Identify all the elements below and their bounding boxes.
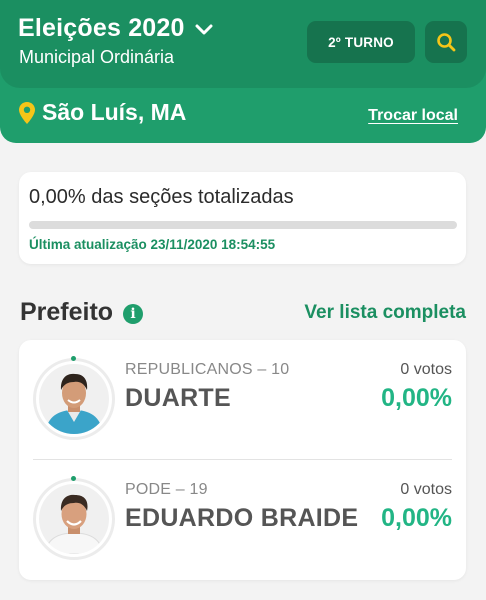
avatar-status-dot <box>71 356 76 361</box>
header: Eleições 2020 Municipal Ordinária 2º TUR… <box>0 0 486 143</box>
avatar <box>33 478 115 560</box>
avatar-status-dot <box>71 476 76 481</box>
info-icon[interactable]: i <box>123 304 144 324</box>
totalization-card: 0,00% das seções totalizadas Última atua… <box>19 172 466 264</box>
candidate-votes: 0 votos <box>400 481 452 498</box>
page-title: Eleições 2020 <box>18 14 185 42</box>
candidate-photo <box>39 484 109 554</box>
totalization-title: 0,00% das seções totalizadas <box>29 186 294 208</box>
election-subtitle: Municipal Ordinária <box>19 47 175 67</box>
search-button[interactable] <box>425 21 467 63</box>
candidate-name: EDUARDO BRAIDE <box>125 504 359 532</box>
candidate-party: PODE – 19 <box>125 481 208 498</box>
candidate-party: REPUBLICANOS – 10 <box>125 361 290 378</box>
change-location-link[interactable]: Trocar local <box>368 107 458 125</box>
candidate-row[interactable]: REPUBLICANOS – 10 DUARTE 0 votos 0,00% <box>19 340 466 460</box>
location: São Luís, MA <box>18 99 186 126</box>
candidate-photo <box>39 364 109 434</box>
location-name: São Luís, MA <box>42 99 187 125</box>
candidate-votes: 0 votos <box>400 361 452 378</box>
avatar <box>33 358 115 440</box>
candidates-card: REPUBLICANOS – 10 DUARTE 0 votos 0,00% P… <box>19 340 466 580</box>
search-icon <box>437 33 456 52</box>
election-selector[interactable]: Eleições 2020 <box>18 14 213 43</box>
candidate-percent: 0,00% <box>381 504 452 532</box>
section-header: Prefeito i <box>20 298 144 327</box>
chevron-down-icon <box>195 24 213 34</box>
header-top: Eleições 2020 Municipal Ordinária 2º TUR… <box>0 0 486 88</box>
progress-bar <box>29 221 457 229</box>
candidate-percent: 0,00% <box>381 384 452 412</box>
candidate-row[interactable]: PODE – 19 EDUARDO BRAIDE 0 votos 0,00% <box>19 460 466 580</box>
see-full-list-link[interactable]: Ver lista completa <box>304 302 466 324</box>
location-pin-icon <box>19 101 35 124</box>
section-title: Prefeito <box>20 298 114 326</box>
candidate-name: DUARTE <box>125 384 231 412</box>
turno-button[interactable]: 2º TURNO <box>307 21 415 63</box>
last-update: Última atualização 23/11/2020 18:54:55 <box>29 237 276 252</box>
